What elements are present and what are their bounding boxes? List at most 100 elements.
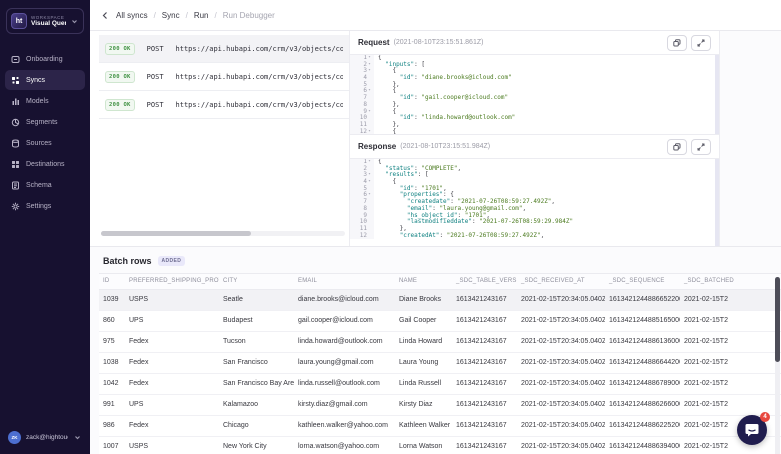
table-row[interactable]: 975FedexTucsonlinda.howard@outlook.comLi…: [99, 331, 781, 352]
sidebar-item-syncs[interactable]: Syncs: [5, 70, 85, 90]
table-cell: Gail Cooper: [395, 310, 452, 331]
schema-icon: [11, 181, 20, 190]
expand-button[interactable]: [691, 139, 711, 155]
fold-toggle-icon[interactable]: ▾: [367, 172, 372, 179]
table-cell: Kalamazoo: [219, 394, 294, 415]
code-token: ,: [458, 165, 462, 172]
code-line: 10 "id": "linda.howard@outlook.com": [350, 115, 719, 122]
table-row[interactable]: 986FedexChicagokathleen.walker@yahoo.com…: [99, 415, 781, 436]
chat-launcher-button[interactable]: 4: [737, 415, 767, 445]
table-cell: 2021-02-15T2: [680, 289, 781, 310]
breadcrumb-separator: /: [186, 11, 188, 20]
table-row[interactable]: 860UPSBudapestgail.cooper@icloud.comGail…: [99, 310, 781, 331]
workspace-switcher[interactable]: ht WORKSPACE Visual Querying D...: [6, 8, 84, 34]
sidebar-item-segments[interactable]: Segments: [5, 112, 85, 132]
column-header: PREFERRED_SHIPPING_PROVIDER: [125, 274, 219, 289]
response-panel-title: Response: [358, 142, 396, 151]
fold-toggle-icon[interactable]: ▾: [367, 88, 372, 95]
table-cell: Linda Howard: [395, 331, 452, 352]
breadcrumb-run[interactable]: Run: [194, 11, 209, 20]
scrollbar-thumb[interactable]: [101, 231, 251, 236]
table-cell: Tucson: [219, 331, 294, 352]
table-cell: 2021-02-15T20:34:05.040Z: [517, 373, 605, 394]
table-cell: Linda Russell: [395, 373, 452, 394]
fold-spacer: [367, 115, 372, 122]
table-row[interactable]: 1042FedexSan Francisco Bay Arealinda.rus…: [99, 373, 781, 394]
fold-spacer: [367, 206, 372, 213]
sidebar-item-settings[interactable]: Settings: [5, 196, 85, 216]
breadcrumb-all-syncs[interactable]: All syncs: [116, 11, 148, 20]
request-list: 200 OK POST https://api.hubapi.com/crm/v…: [99, 31, 350, 246]
fold-toggle-icon[interactable]: ▾: [367, 109, 372, 116]
status-badge: 200 OK: [105, 43, 135, 55]
table-cell: 2021-02-15T20:34:05.040Z: [517, 415, 605, 436]
breadcrumb-separator: /: [215, 11, 217, 20]
expand-button[interactable]: [691, 35, 711, 51]
copy-button[interactable]: [667, 35, 687, 51]
code-line: 7 "id": "gail.cooper@icloud.com": [350, 95, 719, 102]
request-row[interactable]: 200 OK POST https://api.hubapi.com/crm/v…: [99, 35, 349, 63]
table-row[interactable]: 991UPSKalamazookirsty.diaz@gmail.comKirs…: [99, 394, 781, 415]
sidebar-item-onboarding[interactable]: Onboarding: [5, 49, 85, 69]
code-line: 11 },: [350, 122, 719, 129]
fold-toggle-icon[interactable]: ▾: [367, 159, 372, 166]
line-gutter: 4▾: [350, 179, 374, 186]
table-cell: 2021-02-15T20:34:05.040Z: [517, 352, 605, 373]
status-badge: 200 OK: [105, 99, 135, 111]
column-header: _SDC_RECEIVED_AT: [517, 274, 605, 289]
fold-spacer: [367, 95, 372, 102]
line-gutter: 1▾: [350, 55, 374, 62]
onboarding-icon: [11, 55, 20, 64]
breadcrumb-sync[interactable]: Sync: [162, 11, 180, 20]
sidebar-item-schema[interactable]: Schema: [5, 175, 85, 195]
table-cell: 1613421243167: [452, 373, 517, 394]
breadcrumb-separator: /: [154, 11, 156, 20]
request-panel-title: Request: [358, 38, 390, 47]
table-cell: 1613421243167: [452, 310, 517, 331]
table-cell: 2021-02-15T20:34:05.040Z: [517, 310, 605, 331]
sidebar: ht WORKSPACE Visual Querying D... Onboar…: [0, 0, 90, 454]
sidebar-nav: Onboarding Syncs Models Segments: [0, 48, 90, 217]
back-icon[interactable]: [101, 11, 110, 20]
table-cell: kathleen.walker@yahoo.com: [294, 415, 395, 436]
destinations-icon: [11, 160, 20, 169]
code-panels: Request (2021-08-10T23:15:51.861Z): [350, 31, 720, 246]
fold-toggle-icon[interactable]: ▾: [367, 55, 372, 62]
fold-spacer: [367, 166, 372, 173]
code-token: "createdAt": [400, 232, 440, 239]
copy-button[interactable]: [667, 139, 687, 155]
table-row[interactable]: 1039USPSSeatlediane.brooks@icloud.comDia…: [99, 289, 781, 310]
column-header: CITY: [219, 274, 294, 289]
table-cell: laura.young@gmail.com: [294, 352, 395, 373]
table-cell: lorna.watson@yahoo.com: [294, 436, 395, 454]
request-panel: Request (2021-08-10T23:15:51.861Z): [350, 31, 719, 134]
response-json-editor: 1▾{2 "status": "COMPLETE",3▾ "results": …: [350, 158, 719, 246]
request-row[interactable]: 200 OK POST https://api.hubapi.com/crm/v…: [99, 63, 349, 91]
fold-toggle-icon[interactable]: ▾: [367, 179, 372, 186]
column-header: ID: [99, 274, 125, 289]
table-row[interactable]: 1007USPSNew York Citylorna.watson@yahoo.…: [99, 436, 781, 454]
user-menu[interactable]: ZK zack@hightouch.io: [0, 423, 90, 454]
code-text: {: [374, 129, 396, 134]
vertical-scrollbar[interactable]: [715, 55, 719, 134]
table-cell: USPS: [125, 289, 219, 310]
sidebar-item-destinations[interactable]: Destinations: [5, 154, 85, 174]
table-row[interactable]: 1038FedexSan Franciscolaura.young@gmail.…: [99, 352, 781, 373]
sidebar-item-sources[interactable]: Sources: [5, 133, 85, 153]
table-cell: 1613421244886652200: [605, 289, 680, 310]
vertical-scrollbar[interactable]: [715, 159, 719, 246]
fold-toggle-icon[interactable]: ▾: [367, 68, 372, 75]
request-row[interactable]: 200 OK POST https://api.hubapi.com/crm/v…: [99, 91, 349, 119]
workspace-meta: WORKSPACE Visual Querying D...: [31, 15, 66, 27]
batch-rows-section: Batch rows ADDED IDPREFERRED_SHIPPING_PR…: [90, 246, 781, 454]
code-line: 5 },: [350, 82, 719, 89]
sidebar-item-models[interactable]: Models: [5, 91, 85, 111]
scrollbar-thumb[interactable]: [775, 277, 780, 362]
fold-toggle-icon[interactable]: ▾: [367, 62, 372, 69]
table-cell: UPS: [125, 394, 219, 415]
line-gutter: 2▾: [350, 62, 374, 69]
sidebar-item-label: Schema: [26, 182, 52, 189]
fold-toggle-icon[interactable]: ▾: [367, 192, 372, 199]
request-url: https://api.hubapi.com/crm/v3/objects/co…: [176, 73, 343, 81]
fold-toggle-icon[interactable]: ▾: [367, 129, 372, 134]
